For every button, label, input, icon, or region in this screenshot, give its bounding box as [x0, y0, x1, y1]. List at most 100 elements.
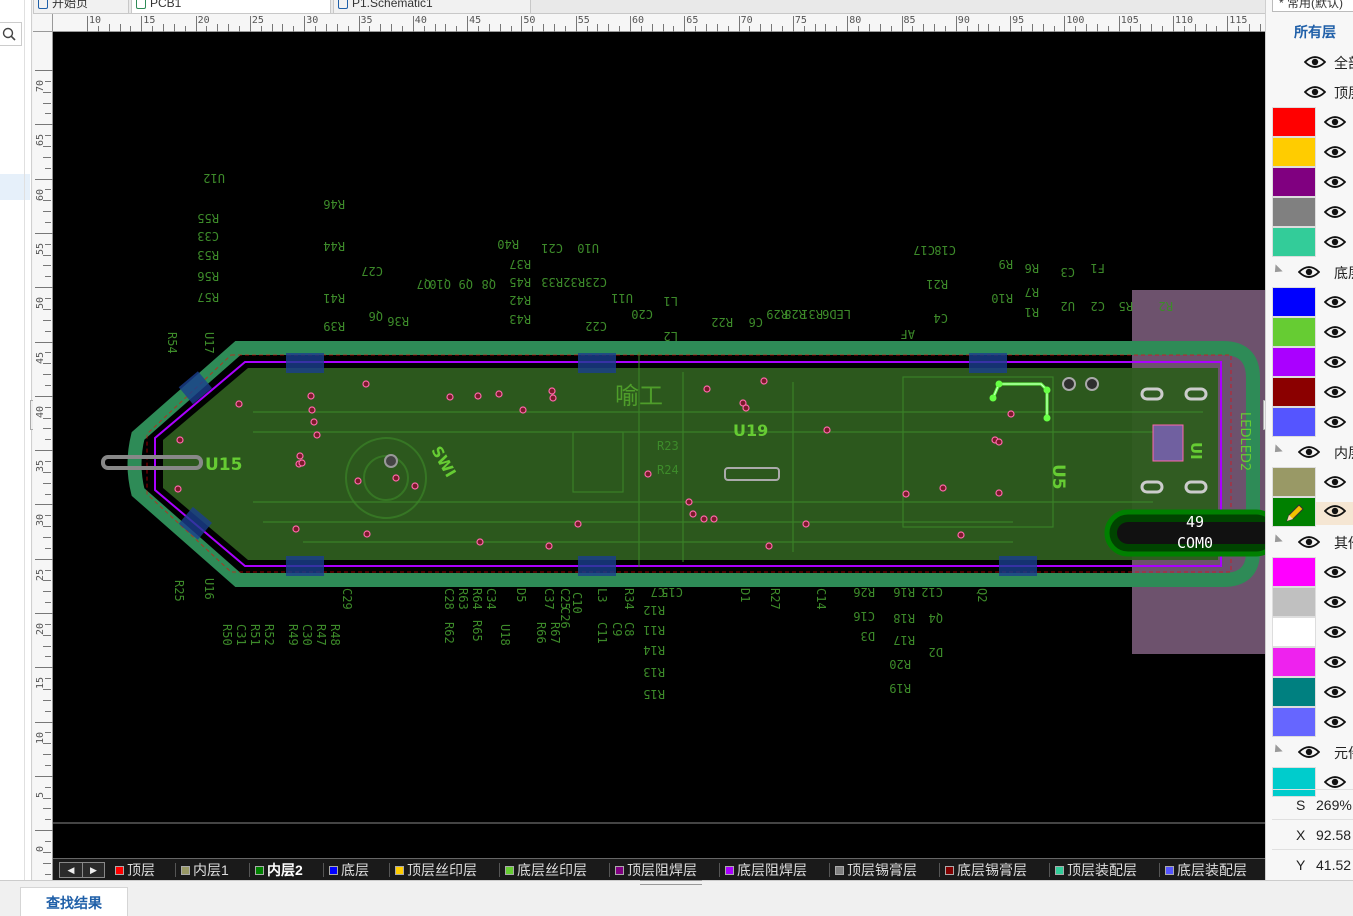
layer-row[interactable] — [1272, 227, 1353, 257]
eye-icon[interactable] — [1323, 325, 1347, 344]
eye-icon[interactable] — [1303, 55, 1327, 74]
layer-tab[interactable]: 底层锡膏层 — [943, 862, 1027, 879]
layer-color-swatch[interactable] — [1272, 167, 1316, 197]
tab-start-page[interactable]: 开始页 — [33, 0, 129, 13]
eye-icon[interactable] — [1323, 145, 1347, 164]
eye-icon[interactable] — [1323, 415, 1347, 434]
chevron-down-icon[interactable] — [1271, 744, 1283, 756]
designator-label: U2 — [1061, 299, 1075, 313]
eye-icon[interactable] — [1323, 385, 1347, 404]
layer-group-row[interactable]: 元件 — [1271, 737, 1353, 767]
layer-color-swatch[interactable] — [1272, 707, 1316, 737]
layer-row[interactable] — [1272, 407, 1353, 437]
pcb-canvas[interactable]: 49 COM0 U19 U15 U5 UI SWI 喻工 LEDLED2 U12… — [53, 32, 1265, 858]
eye-icon[interactable] — [1323, 115, 1347, 134]
layer-row[interactable] — [1272, 707, 1353, 737]
layer-row[interactable] — [1272, 377, 1353, 407]
layer-color-swatch — [115, 866, 124, 875]
chevron-left-icon[interactable]: ◀ — [60, 863, 82, 877]
search-button[interactable] — [0, 22, 22, 46]
layer-tab[interactable]: 底层 — [327, 862, 369, 879]
all-layers-heading[interactable]: 所有层 — [1294, 22, 1336, 42]
eye-icon[interactable] — [1297, 745, 1321, 764]
layer-row[interactable] — [1272, 107, 1353, 137]
layer-color-swatch[interactable] — [1272, 497, 1316, 527]
eye-icon[interactable] — [1316, 502, 1353, 525]
layer-color-swatch[interactable] — [1272, 317, 1316, 347]
eye-icon[interactable] — [1323, 355, 1347, 374]
layer-row[interactable] — [1272, 287, 1353, 317]
eye-icon[interactable] — [1323, 565, 1347, 584]
layer-row[interactable] — [1272, 587, 1353, 617]
layer-row[interactable] — [1272, 677, 1353, 707]
layer-row[interactable] — [1272, 467, 1353, 497]
eye-icon[interactable] — [1323, 205, 1347, 224]
layer-row[interactable] — [1272, 617, 1353, 647]
chevron-down-icon[interactable] — [1271, 444, 1283, 456]
layer-group-row[interactable]: 顶层 — [1272, 77, 1353, 107]
coord-readout: X 92.58 — [1272, 819, 1353, 849]
eye-icon[interactable] — [1323, 715, 1347, 734]
layer-color-swatch[interactable] — [1272, 407, 1316, 437]
layer-tab[interactable]: 顶层 — [113, 862, 155, 879]
layer-row[interactable] — [1272, 137, 1353, 167]
layer-tab[interactable]: 底层丝印层 — [503, 862, 587, 879]
layer-row[interactable] — [1272, 557, 1353, 587]
eye-icon[interactable] — [1323, 625, 1347, 644]
eye-icon[interactable] — [1297, 535, 1321, 554]
eye-icon[interactable] — [1323, 655, 1347, 674]
layer-tab[interactable]: 内层2 — [253, 862, 303, 879]
eye-icon[interactable] — [1323, 475, 1347, 494]
layer-color-swatch[interactable] — [1272, 467, 1316, 497]
layer-color-swatch[interactable] — [1272, 617, 1316, 647]
layer-group-row[interactable]: 底层 — [1271, 257, 1353, 287]
layer-row[interactable] — [1272, 317, 1353, 347]
sidebar-selected-item[interactable] — [0, 174, 30, 200]
eye-icon[interactable] — [1323, 685, 1347, 704]
layer-color-swatch[interactable] — [1272, 377, 1316, 407]
layer-tab[interactable]: 内层1 — [179, 862, 229, 879]
layer-color-swatch[interactable] — [1272, 137, 1316, 167]
layer-group-row[interactable]: 全部 — [1272, 47, 1353, 77]
chevron-right-icon[interactable]: ▶ — [82, 863, 104, 877]
layer-color-swatch[interactable] — [1272, 647, 1316, 677]
layer-group-row[interactable]: 内层 — [1271, 437, 1353, 467]
layer-row[interactable] — [1272, 647, 1353, 677]
layer-color-swatch[interactable] — [1272, 677, 1316, 707]
layer-row[interactable] — [1272, 197, 1353, 227]
layer-color-swatch[interactable] — [1272, 197, 1316, 227]
designator-label: R19 — [889, 681, 911, 695]
layer-row[interactable] — [1272, 497, 1353, 527]
layer-tab[interactable]: 底层装配层 — [1163, 862, 1247, 879]
eye-icon[interactable] — [1297, 445, 1321, 464]
layer-color-swatch[interactable] — [1272, 557, 1316, 587]
tab-schematic[interactable]: P1.Schematic1 — [333, 0, 531, 13]
layer-row[interactable] — [1272, 167, 1353, 197]
layer-color-swatch[interactable] — [1272, 107, 1316, 137]
layer-tab[interactable]: 底层阻焊层 — [723, 862, 807, 879]
layer-row[interactable] — [1272, 347, 1353, 377]
search-icon — [2, 27, 16, 41]
bottom-panel-splitter[interactable] — [640, 880, 702, 885]
eye-icon[interactable] — [1303, 85, 1327, 104]
tab-pcb1[interactable]: PCB1 — [131, 0, 331, 13]
layer-tab[interactable]: 顶层锡膏层 — [833, 862, 917, 879]
eye-icon[interactable] — [1323, 295, 1347, 314]
layer-color-swatch[interactable] — [1272, 227, 1316, 257]
eye-icon[interactable] — [1323, 175, 1347, 194]
layer-color-swatch[interactable] — [1272, 587, 1316, 617]
layer-color-swatch[interactable] — [1272, 287, 1316, 317]
layer-color-swatch[interactable] — [1272, 347, 1316, 377]
layer-tab[interactable]: 顶层阻焊层 — [613, 862, 697, 879]
eye-icon[interactable] — [1297, 265, 1321, 284]
chevron-down-icon[interactable] — [1271, 264, 1283, 276]
layer-tab[interactable]: 顶层装配层 — [1053, 862, 1137, 879]
layer-config-dropdown[interactable]: * 常用(默认) — [1272, 0, 1353, 12]
eye-icon[interactable] — [1323, 595, 1347, 614]
eye-icon[interactable] — [1323, 235, 1347, 254]
layer-color-swatch — [181, 866, 190, 875]
tab-find-results[interactable]: 查找结果 — [20, 887, 128, 916]
layer-tab[interactable]: 顶层丝印层 — [393, 862, 477, 879]
chevron-down-icon[interactable] — [1271, 534, 1283, 546]
layer-group-row[interactable]: 其他 — [1271, 527, 1353, 557]
